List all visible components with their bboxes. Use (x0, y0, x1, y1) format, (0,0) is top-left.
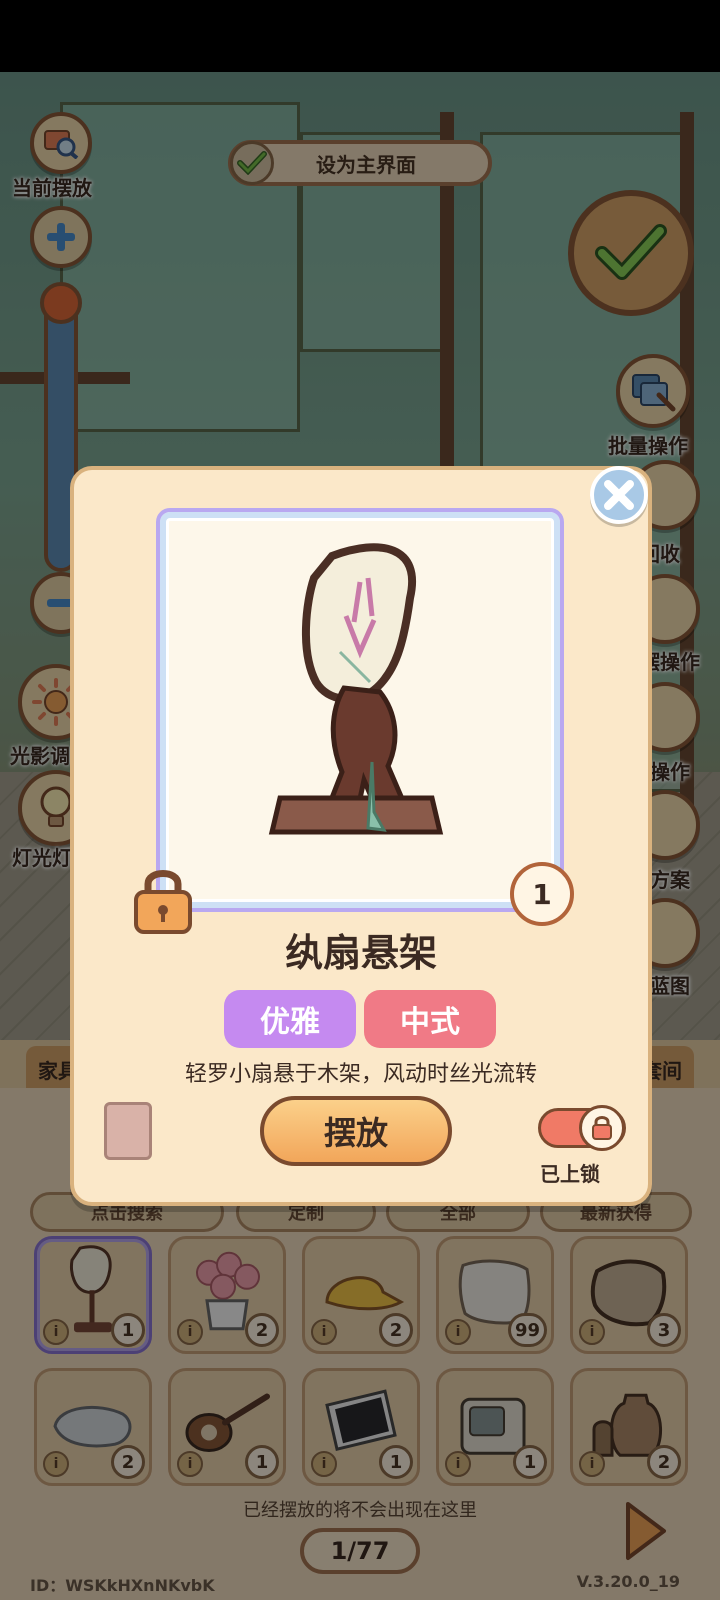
place-button[interactable]: 摆放 (260, 1096, 452, 1166)
style-tag-elegant: 优雅 (224, 990, 356, 1048)
locked-label: 已上锁 (540, 1162, 600, 1186)
item-quantity-badge: 1 (510, 862, 574, 926)
style-tag-chinese: 中式 (364, 990, 496, 1048)
lock-toggle[interactable] (538, 1105, 626, 1151)
item-preview-frame (156, 508, 564, 912)
small-lock-icon (592, 1116, 612, 1140)
status-bar (0, 0, 720, 72)
close-icon (604, 480, 634, 510)
item-description: 轻罗小扇悬于木架，风动时丝光流转 (184, 1062, 537, 1087)
item-name: 纨扇悬架 (284, 931, 437, 975)
lock-toggle-knob (579, 1105, 625, 1151)
close-button[interactable] (590, 466, 648, 524)
collection-stamp-icon[interactable] (104, 1102, 152, 1160)
fan-stand-illustration (268, 543, 444, 835)
